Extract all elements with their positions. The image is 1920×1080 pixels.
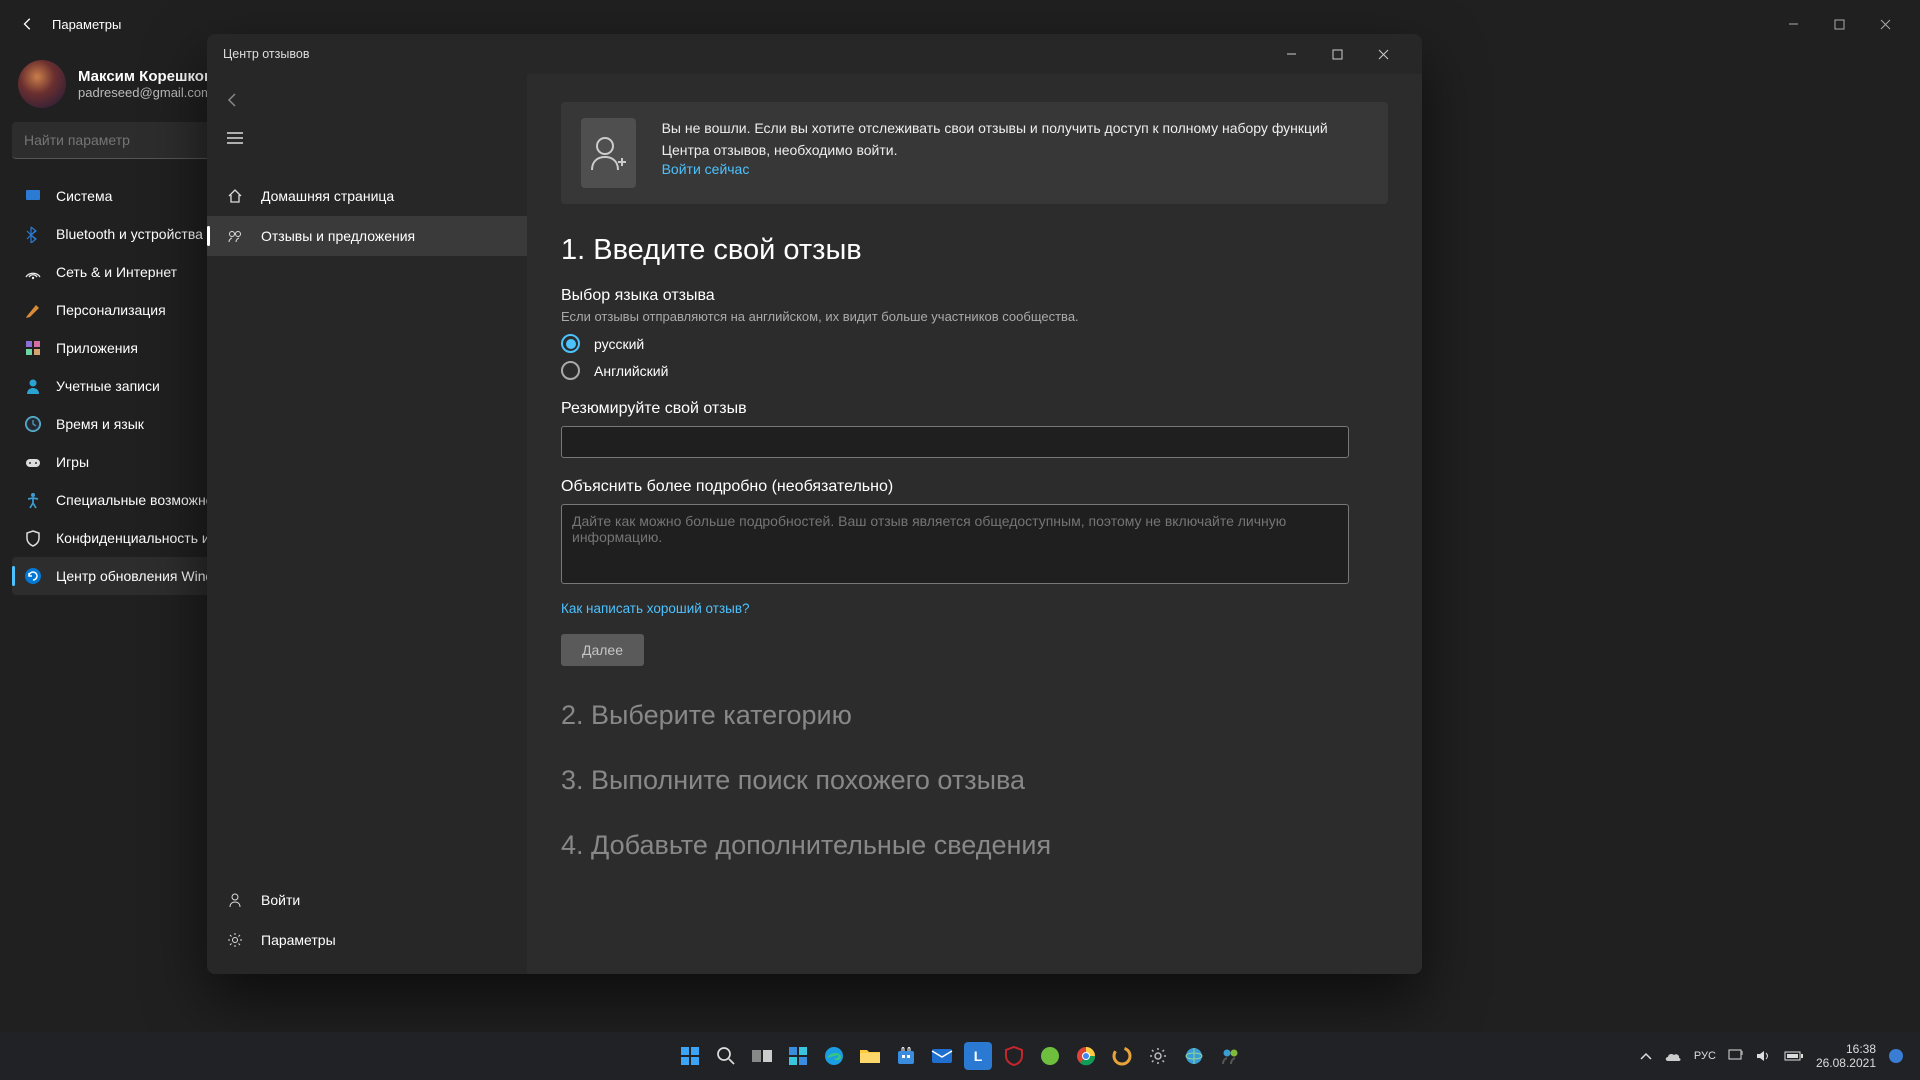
taskview-icon[interactable] <box>748 1042 776 1070</box>
tray-battery-icon[interactable] <box>1784 1050 1804 1062</box>
user-name: Максим Корешков <box>78 68 213 85</box>
fh-nav-signin[interactable]: Войти <box>207 880 527 920</box>
feedback-hub-window: Центр отзывов Домашняя страница Отзы <box>207 34 1422 974</box>
person-icon <box>227 892 245 908</box>
tray-onedrive-icon[interactable] <box>1664 1050 1682 1062</box>
fh-nav-feedback[interactable]: Отзывы и предложения <box>207 216 527 256</box>
tray-notification-icon[interactable] <box>1888 1048 1904 1064</box>
back-button[interactable] <box>12 8 44 40</box>
mcafee-icon[interactable] <box>1000 1042 1028 1070</box>
feedback-hub-tb-icon[interactable] <box>1216 1042 1244 1070</box>
summary-label: Резюмируйте свой отзыв <box>561 400 1388 418</box>
chrome-icon[interactable] <box>1072 1042 1100 1070</box>
search-icon[interactable] <box>712 1042 740 1070</box>
banner-text: Вы не вошли. Если вы хотите отслеживать … <box>662 118 1368 161</box>
sidebar-item-label: Система <box>56 188 112 204</box>
detail-label: Объяснить более подробно (необязательно) <box>561 478 1388 496</box>
pers-icon <box>24 301 42 319</box>
signin-banner: Вы не вошли. Если вы хотите отслеживать … <box>561 102 1388 204</box>
apps-icon <box>24 339 42 357</box>
fh-back-button[interactable] <box>207 82 527 118</box>
user-add-icon <box>581 118 636 188</box>
app-green-icon[interactable] <box>1036 1042 1064 1070</box>
explorer-icon[interactable] <box>856 1042 884 1070</box>
feedback-icon <box>227 228 245 244</box>
fh-maximize-button[interactable] <box>1314 38 1360 70</box>
fh-nav-label: Домашняя страница <box>261 188 394 204</box>
home-icon <box>227 188 245 204</box>
step3-title: 3. Выполните поиск похожего отзыва <box>561 765 1388 796</box>
detail-textarea[interactable] <box>561 504 1349 584</box>
app-orange-icon[interactable] <box>1108 1042 1136 1070</box>
fh-nav-label: Войти <box>261 892 300 908</box>
next-button[interactable]: Далее <box>561 634 644 666</box>
help-link[interactable]: Как написать хороший отзыв? <box>561 601 750 616</box>
mail-icon[interactable] <box>928 1042 956 1070</box>
tray-network-icon[interactable] <box>1728 1049 1744 1063</box>
fh-nav-label: Параметры <box>261 932 336 948</box>
summary-input[interactable] <box>561 426 1349 458</box>
step4-title: 4. Добавьте дополнительные сведения <box>561 830 1388 861</box>
radio-icon <box>561 334 580 353</box>
fh-title: Центр отзывов <box>223 47 309 61</box>
edge-icon[interactable] <box>820 1042 848 1070</box>
sidebar-item-label: Игры <box>56 454 89 470</box>
fh-close-button[interactable] <box>1360 38 1406 70</box>
taskbar: L РУС 16:38 26.08.2021 <box>0 1032 1920 1080</box>
store-icon[interactable] <box>892 1042 920 1070</box>
priv-icon <box>24 529 42 547</box>
radio-label: русский <box>594 336 644 352</box>
tray-chevron-icon[interactable] <box>1640 1052 1652 1060</box>
settings-tb-icon[interactable] <box>1144 1042 1172 1070</box>
radio-icon <box>561 361 580 380</box>
sidebar-item-label: Bluetooth и устройства <box>56 226 203 242</box>
maximize-button[interactable] <box>1816 8 1862 40</box>
radio-english[interactable]: Английский <box>561 361 1388 380</box>
lang-label: Выбор языка отзыва <box>561 287 1388 305</box>
time-icon <box>24 415 42 433</box>
tray-volume-icon[interactable] <box>1756 1049 1772 1063</box>
clock-time: 16:38 <box>1816 1042 1876 1056</box>
step2-title: 2. Выберите категорию <box>561 700 1388 731</box>
user-email: padreseed@gmail.com <box>78 85 213 100</box>
hamburger-button[interactable] <box>207 118 527 158</box>
access-icon <box>24 491 42 509</box>
step1-title: 1. Введите свой отзыв <box>561 234 1388 267</box>
close-button[interactable] <box>1862 8 1908 40</box>
update-icon <box>24 567 42 585</box>
bt-icon <box>24 225 42 243</box>
widgets-icon[interactable] <box>784 1042 812 1070</box>
start-button[interactable] <box>676 1042 704 1070</box>
sidebar-item-label: Сеть & и Интернет <box>56 264 177 280</box>
app-globe-icon[interactable] <box>1180 1042 1208 1070</box>
clock[interactable]: 16:38 26.08.2021 <box>1816 1042 1876 1071</box>
radio-russian[interactable]: русский <box>561 334 1388 353</box>
fh-nav-settings[interactable]: Параметры <box>207 920 527 960</box>
sidebar-item-label: Персонализация <box>56 302 166 318</box>
acc-icon <box>24 377 42 395</box>
clock-date: 26.08.2021 <box>1816 1056 1876 1070</box>
minimize-button[interactable] <box>1770 8 1816 40</box>
sidebar-item-label: Приложения <box>56 340 138 356</box>
settings-title: Параметры <box>52 17 121 32</box>
avatar <box>18 60 66 108</box>
system-icon <box>24 187 42 205</box>
sidebar-item-label: Время и язык <box>56 416 144 432</box>
app-icon-l[interactable]: L <box>964 1042 992 1070</box>
signin-link[interactable]: Войти сейчас <box>662 161 750 177</box>
net-icon <box>24 263 42 281</box>
gear-icon <box>227 932 245 948</box>
radio-label: Английский <box>594 363 668 379</box>
lang-hint: Если отзывы отправляются на английском, … <box>561 309 1388 324</box>
fh-nav-home[interactable]: Домашняя страница <box>207 176 527 216</box>
fh-minimize-button[interactable] <box>1268 38 1314 70</box>
sidebar-item-label: Учетные записи <box>56 378 160 394</box>
fh-nav-label: Отзывы и предложения <box>261 228 415 244</box>
tray-language[interactable]: РУС <box>1694 1050 1716 1062</box>
games-icon <box>24 453 42 471</box>
